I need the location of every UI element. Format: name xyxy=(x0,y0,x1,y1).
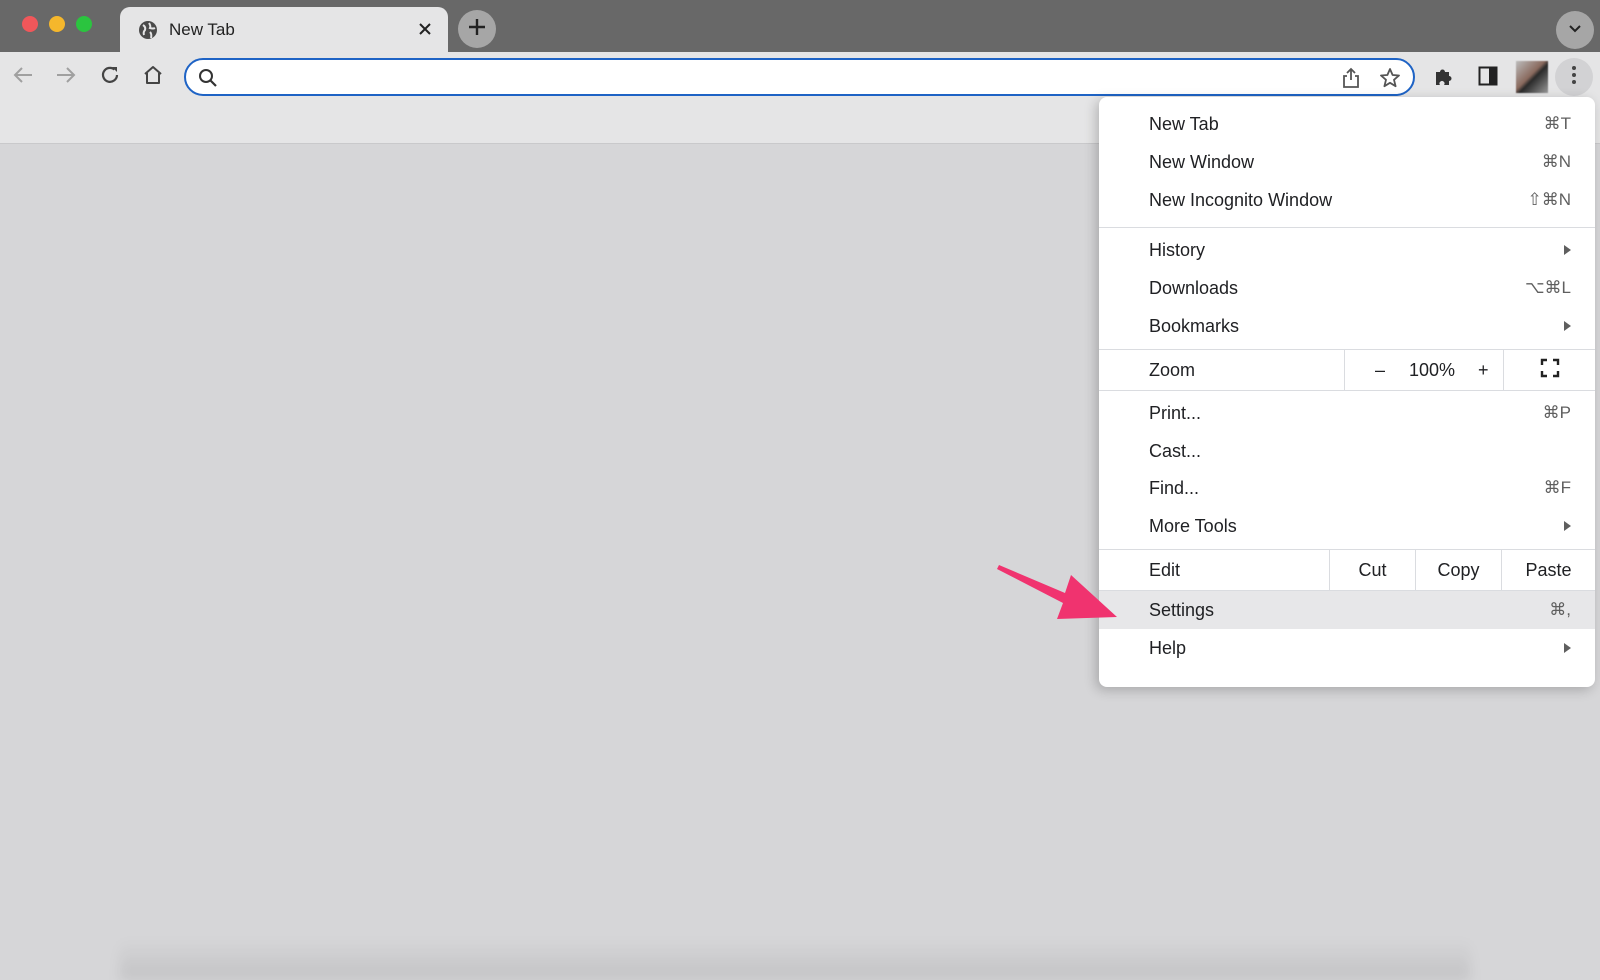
annotation-arrow-icon xyxy=(997,565,1117,619)
menu-separator xyxy=(1099,227,1595,228)
menu-item-bookmarks[interactable]: Bookmarks xyxy=(1099,307,1595,345)
home-icon xyxy=(142,64,164,91)
menu-item-label: New Window xyxy=(1149,151,1255,172)
menu-item-new-window[interactable]: New Window ⌘N xyxy=(1099,143,1595,181)
forward-arrow-icon xyxy=(55,66,77,89)
edit-row: Edit Cut Copy Paste xyxy=(1099,550,1595,590)
menu-separator xyxy=(1099,390,1595,391)
bottom-shadow xyxy=(120,940,1470,980)
fullscreen-button[interactable] xyxy=(1504,350,1595,390)
back-button[interactable] xyxy=(10,64,36,90)
share-icon[interactable] xyxy=(1341,67,1361,94)
copy-label: Copy xyxy=(1437,559,1480,580)
menu-item-shortcut: ⌘F xyxy=(1543,478,1571,497)
close-window-button[interactable] xyxy=(22,16,38,32)
menu-item-new-tab[interactable]: New Tab ⌘T xyxy=(1099,105,1595,143)
submenu-arrow-icon xyxy=(1564,521,1571,531)
menu-item-label: New Incognito Window xyxy=(1149,189,1333,210)
home-button[interactable] xyxy=(140,64,166,90)
menu-item-label: Downloads xyxy=(1149,277,1239,298)
menu-item-shortcut: ⇧⌘N xyxy=(1527,190,1571,209)
menu-item-shortcut: ⌘P xyxy=(1542,403,1571,422)
submenu-arrow-icon xyxy=(1564,245,1571,255)
address-input[interactable] xyxy=(230,64,1310,90)
back-arrow-icon xyxy=(12,66,34,89)
menu-item-downloads[interactable]: Downloads ⌥⌘L xyxy=(1099,269,1595,307)
menu-item-help[interactable]: Help xyxy=(1099,629,1595,667)
submenu-arrow-icon xyxy=(1564,321,1571,331)
copy-button[interactable]: Copy xyxy=(1415,550,1501,590)
extensions-button[interactable] xyxy=(1430,64,1458,92)
menu-item-label: New Tab xyxy=(1149,113,1219,134)
kebab-menu-icon xyxy=(1571,65,1577,90)
menu-item-more-tools[interactable]: More Tools xyxy=(1099,507,1595,545)
star-icon[interactable] xyxy=(1379,67,1401,94)
zoom-label: Zoom xyxy=(1149,360,1196,380)
plus-icon xyxy=(467,17,487,42)
side-panel-icon xyxy=(1477,65,1499,92)
edit-label: Edit xyxy=(1149,560,1181,580)
chevron-down-icon xyxy=(1568,21,1582,39)
menu-item-label: History xyxy=(1149,239,1206,260)
menu-item-label: More Tools xyxy=(1149,515,1237,536)
cut-label: Cut xyxy=(1358,559,1387,580)
menu-item-settings[interactable]: Settings ⌘, xyxy=(1099,591,1595,629)
paste-button[interactable]: Paste xyxy=(1501,550,1595,590)
menu-item-cast[interactable]: Cast... xyxy=(1099,432,1595,470)
close-icon[interactable] xyxy=(414,18,436,40)
reload-icon xyxy=(99,64,121,91)
menu-item-label: Find... xyxy=(1149,477,1200,498)
side-panel-button[interactable] xyxy=(1474,64,1502,92)
chrome-menu: New Tab ⌘T New Window ⌘N New Incognito W… xyxy=(1099,97,1595,687)
reload-button[interactable] xyxy=(97,64,123,90)
submenu-arrow-icon xyxy=(1564,643,1571,653)
title-bar: New Tab xyxy=(0,0,1600,53)
maximize-window-button[interactable] xyxy=(76,16,92,32)
cut-button[interactable]: Cut xyxy=(1329,550,1415,590)
search-icon xyxy=(198,68,218,93)
menu-item-label: Cast... xyxy=(1149,440,1202,461)
tab-new-tab[interactable]: New Tab xyxy=(120,7,448,53)
menu-item-label: Help xyxy=(1149,637,1187,658)
menu-item-shortcut: ⌥⌘L xyxy=(1524,278,1571,297)
menu-item-new-incognito-window[interactable]: New Incognito Window ⇧⌘N xyxy=(1099,181,1595,219)
zoom-row: Zoom – 100% + xyxy=(1099,350,1595,390)
menu-item-history[interactable]: History xyxy=(1099,231,1595,269)
menu-item-shortcut: ⌘N xyxy=(1541,152,1571,171)
forward-button[interactable] xyxy=(53,64,79,90)
address-bar[interactable] xyxy=(184,58,1415,96)
menu-item-label: Print... xyxy=(1149,402,1202,423)
tab-title: New Tab xyxy=(169,20,235,39)
avatar[interactable] xyxy=(1516,61,1548,93)
menu-item-print[interactable]: Print... ⌘P xyxy=(1099,394,1595,432)
chrome-menu-button[interactable] xyxy=(1555,58,1593,96)
menu-item-shortcut: ⌘T xyxy=(1543,114,1571,133)
minimize-window-button[interactable] xyxy=(49,16,65,32)
menu-item-find[interactable]: Find... ⌘F xyxy=(1099,469,1595,507)
zoom-in-button[interactable]: + xyxy=(1478,360,1489,381)
zoom-level: 100% xyxy=(1408,360,1456,380)
paste-label: Paste xyxy=(1525,559,1572,580)
menu-item-label: Settings xyxy=(1149,599,1215,620)
new-tab-button[interactable] xyxy=(458,10,496,48)
fullscreen-icon xyxy=(1540,358,1560,383)
globe-icon xyxy=(138,20,158,40)
menu-item-label: Bookmarks xyxy=(1149,315,1240,336)
menu-item-shortcut: ⌘, xyxy=(1549,600,1571,619)
puzzle-icon xyxy=(1433,65,1455,92)
tab-search-button[interactable] xyxy=(1556,11,1594,49)
zoom-out-button[interactable]: – xyxy=(1375,360,1385,381)
